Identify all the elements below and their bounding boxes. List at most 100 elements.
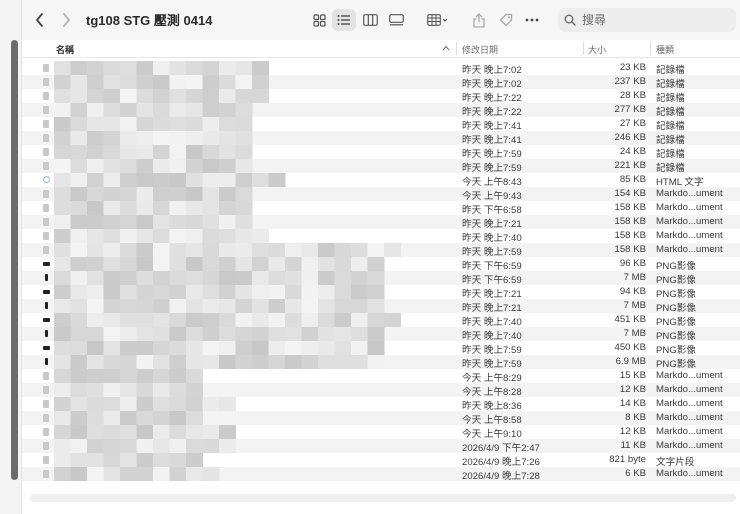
redaction-block xyxy=(54,439,71,453)
redaction-block xyxy=(334,243,352,257)
columns-icon xyxy=(362,14,378,26)
redaction-block xyxy=(301,341,319,355)
redaction-block xyxy=(103,341,121,355)
forward-button[interactable] xyxy=(56,9,76,31)
file-kind: 記錄檔 xyxy=(656,135,685,146)
kind-column-header[interactable]: 種類 xyxy=(656,43,674,56)
redaction-block xyxy=(235,61,253,75)
redaction-block xyxy=(285,299,302,313)
redaction-block xyxy=(87,411,104,425)
redaction-block xyxy=(252,257,269,271)
redaction-block xyxy=(54,383,71,397)
column-header: 名稱 修改日期 大小 種類 xyxy=(22,40,740,58)
redaction-block xyxy=(87,341,104,355)
horizontal-scrollbar[interactable] xyxy=(30,494,736,502)
redaction-block xyxy=(120,75,137,89)
redaction-block xyxy=(169,271,187,285)
name-column-header[interactable]: 名稱 xyxy=(56,43,74,56)
file-size: 158 KB xyxy=(614,202,646,213)
redaction-block xyxy=(219,439,236,453)
search-icon xyxy=(564,14,576,26)
group-by-button[interactable] xyxy=(424,9,452,31)
redaction-block xyxy=(120,369,137,383)
size-column-header[interactable]: 大小 xyxy=(588,43,606,56)
redaction-block xyxy=(87,229,104,243)
redaction-block xyxy=(219,397,236,411)
redaction-block xyxy=(285,341,302,355)
redaction-block xyxy=(268,243,286,257)
redaction-block xyxy=(120,453,137,467)
redaction-block xyxy=(120,131,137,145)
finder-toolbar: tg108 STG 壓測 0414 xyxy=(22,0,740,40)
redaction-block xyxy=(268,327,286,341)
redaction-block xyxy=(136,257,154,271)
vertical-scrollbar[interactable] xyxy=(11,40,18,480)
redaction-block xyxy=(153,131,170,145)
file-date: 昨天 晚上7:02 xyxy=(462,65,522,76)
file-kind: 記錄檔 xyxy=(656,163,685,174)
text-document-icon xyxy=(43,120,49,128)
redaction-block xyxy=(219,145,236,159)
redaction-block xyxy=(54,397,71,411)
share-button[interactable] xyxy=(469,9,489,31)
redaction-block xyxy=(219,89,236,103)
sort-chevron-up-icon[interactable] xyxy=(442,43,450,53)
file-date: 今天 上午9:43 xyxy=(462,191,522,202)
more-actions-button[interactable] xyxy=(522,9,542,31)
redaction-block xyxy=(268,341,286,355)
search-field[interactable] xyxy=(558,8,736,32)
text-document-icon xyxy=(43,386,49,394)
redaction-block xyxy=(367,285,385,299)
redaction-block xyxy=(235,89,253,103)
file-kind: 記錄檔 xyxy=(656,65,685,76)
redaction-block xyxy=(70,411,88,425)
file-size: 246 KB xyxy=(614,132,646,143)
redaction-block xyxy=(103,89,121,103)
redaction-block xyxy=(54,313,71,327)
redaction-block xyxy=(153,243,170,257)
back-button[interactable] xyxy=(30,9,50,31)
gallery-view-button[interactable] xyxy=(385,9,407,31)
redaction-block xyxy=(268,355,286,369)
redaction-block xyxy=(301,257,319,271)
redaction-block xyxy=(153,117,170,131)
redaction-block xyxy=(235,201,253,215)
date-column-header[interactable]: 修改日期 xyxy=(462,43,498,56)
redaction-block xyxy=(87,369,104,383)
redaction-block xyxy=(153,215,170,229)
redaction-block xyxy=(87,117,104,131)
redaction-block xyxy=(153,159,170,173)
redaction-block xyxy=(87,61,104,75)
redaction-block xyxy=(186,131,203,145)
redaction-block xyxy=(202,341,220,355)
redaction-block xyxy=(153,467,170,481)
redaction-block xyxy=(87,439,104,453)
redaction-block xyxy=(87,383,104,397)
file-kind: Markdo...ument xyxy=(656,216,723,227)
search-input[interactable] xyxy=(582,13,722,27)
text-document-icon xyxy=(43,148,49,156)
redaction-block xyxy=(103,369,121,383)
redaction-block xyxy=(54,103,71,117)
redaction-block xyxy=(186,327,203,341)
file-date: 昨天 晚上7:22 xyxy=(462,107,522,118)
file-size: 6.9 MB xyxy=(615,356,646,367)
file-size: 94 KB xyxy=(619,286,646,297)
redaction-block xyxy=(186,215,203,229)
redaction-block xyxy=(103,173,121,187)
redaction-block xyxy=(318,313,335,327)
redaction-block xyxy=(70,201,88,215)
file-date: 昨天 晚上7:41 xyxy=(462,121,522,132)
text-document-icon xyxy=(43,456,49,464)
redaction-block xyxy=(120,61,137,75)
redaction-block xyxy=(54,327,71,341)
redaction-block xyxy=(252,61,269,75)
file-kind: Markdo...ument xyxy=(656,426,723,437)
redaction-block xyxy=(186,229,203,243)
list-view-button[interactable] xyxy=(332,9,356,31)
column-view-button[interactable] xyxy=(359,9,381,31)
icon-view-button[interactable] xyxy=(308,9,330,31)
tag-button[interactable] xyxy=(496,9,516,31)
redaction-block xyxy=(54,187,71,201)
redaction-block xyxy=(120,439,137,453)
